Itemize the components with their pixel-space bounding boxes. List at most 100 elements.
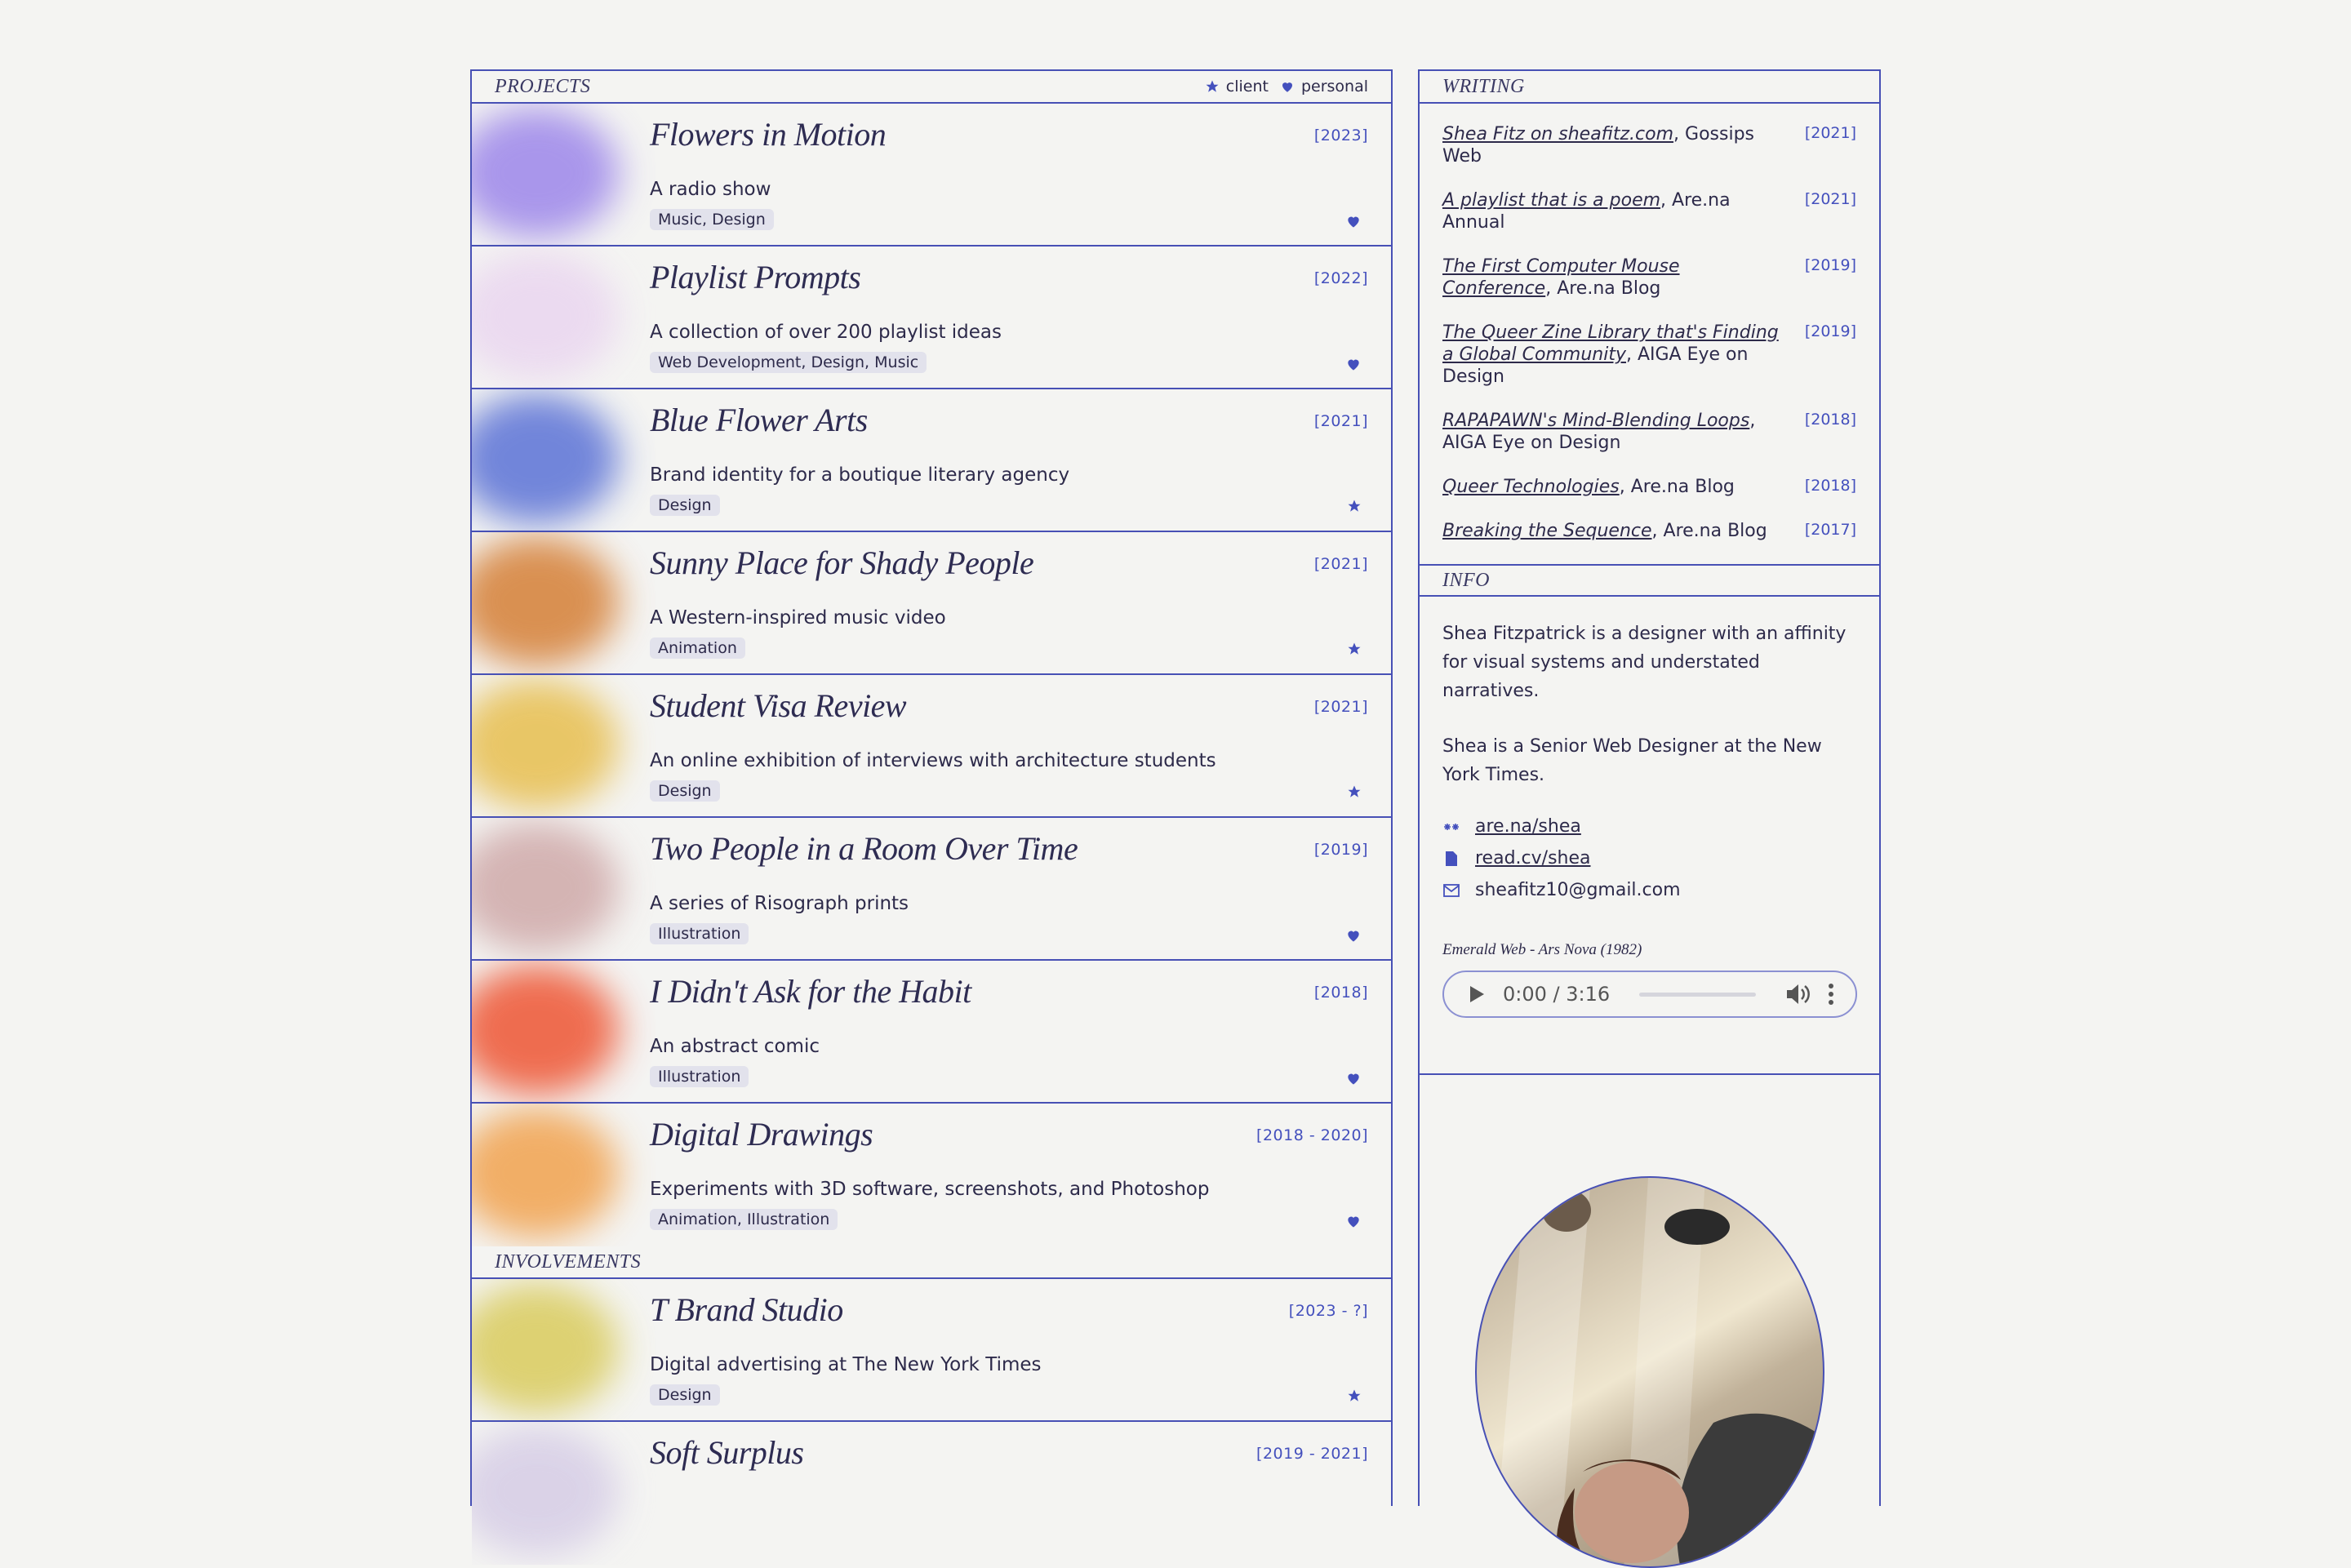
seek-bar[interactable]: [1639, 992, 1756, 997]
heart-icon: [1345, 356, 1362, 375]
heart-icon: [1345, 213, 1362, 233]
volume-icon[interactable]: [1785, 983, 1810, 1006]
star-icon: [1347, 1388, 1362, 1406]
writing-year: [2019]: [1804, 256, 1856, 274]
row-year: [2022]: [1313, 269, 1368, 287]
row-title[interactable]: Two People in a Room Over Time: [650, 829, 1078, 868]
row-description: An online exhibition of interviews with …: [650, 750, 1216, 771]
row-title[interactable]: Playlist Prompts: [650, 258, 861, 296]
thumbnail-blob: [472, 965, 619, 1095]
row-title[interactable]: T Brand Studio: [650, 1290, 843, 1329]
writing-year: [2018]: [1804, 477, 1856, 495]
involvements-header: INVOLVEMENTS: [472, 1246, 1391, 1279]
writing-text: The Queer Zine Library that's Finding a …: [1442, 322, 1785, 388]
more-options-icon[interactable]: [1828, 983, 1834, 1006]
thumbnail-blob: [472, 1108, 619, 1238]
contact-arena[interactable]: are.na/shea: [1442, 816, 1856, 837]
row-title[interactable]: Sunny Place for Shady People: [650, 544, 1034, 582]
row-description: A series of Risograph prints: [650, 893, 909, 914]
legend-personal-label: personal: [1300, 78, 1368, 96]
writing-text: RAPAPAWN's Mind-Blending Loops, AIGA Eye…: [1442, 410, 1785, 454]
legend-client: client: [1205, 78, 1269, 96]
involvement-row[interactable]: Soft Surplus [2019 - 2021]: [472, 1422, 1391, 1565]
writing-header: WRITING: [1420, 71, 1879, 104]
writing-link[interactable]: Shea Fitz on sheafitz.com: [1442, 124, 1673, 144]
row-year: [2021]: [1313, 412, 1368, 430]
row-year: [2019 - 2021]: [1256, 1445, 1368, 1463]
star-icon: [1347, 499, 1362, 517]
row-title[interactable]: Blue Flower Arts: [650, 401, 868, 439]
project-row[interactable]: I Didn't Ask for the Habit [2018] An abstr…: [472, 961, 1391, 1104]
thumbnail-blob: [472, 822, 619, 953]
row-title[interactable]: I Didn't Ask for the Habit: [650, 972, 971, 1011]
row-year: [2019]: [1313, 841, 1368, 859]
row-description: A Western-inspired music video: [650, 607, 946, 629]
writing-link[interactable]: A playlist that is a poem: [1442, 190, 1660, 211]
row-tags: Design: [650, 495, 720, 516]
row-title[interactable]: Digital Drawings: [650, 1115, 873, 1153]
projects-panel: PROJECTS client personal Flowers in Moti…: [470, 69, 1393, 1557]
bio-paragraph-1: Shea Fitzpatrick is a designer with an a…: [1442, 624, 1847, 701]
row-title[interactable]: Student Visa Review: [650, 686, 907, 725]
play-icon[interactable]: [1469, 985, 1485, 1003]
project-row[interactable]: Two People in a Room Over Time [2019] A se…: [472, 818, 1391, 961]
bio-paragraph-2: Shea is a Senior Web Designer at the New…: [1442, 736, 1822, 785]
row-year: [2018 - 2020]: [1256, 1126, 1368, 1144]
heart-icon: [1345, 927, 1362, 947]
involvements-label: INVOLVEMENTS: [495, 1250, 642, 1273]
writing-item: Queer Technologies, Are.na Blog [2018]: [1442, 476, 1856, 498]
project-row[interactable]: Sunny Place for Shady People [2021] A West…: [472, 532, 1391, 675]
arena-icon: [1442, 821, 1460, 833]
writing-link[interactable]: Queer Technologies: [1442, 477, 1620, 497]
writing-text: Queer Technologies, Are.na Blog: [1442, 476, 1785, 498]
readcv-link[interactable]: read.cv/shea: [1475, 848, 1591, 868]
legend-client-label: client: [1225, 78, 1269, 96]
project-row[interactable]: Flowers in Motion [2023] A radio show Music…: [472, 104, 1391, 247]
writing-item: Breaking the Sequence, Are.na Blog [2017]: [1442, 520, 1856, 542]
row-tags: Animation, Illustration: [650, 1209, 838, 1230]
thumbnail-blob: [472, 108, 619, 238]
writing-text: A playlist that is a poem, Are.na Annual: [1442, 189, 1785, 233]
info-label: INFO: [1442, 569, 1490, 591]
heart-icon: [1282, 82, 1292, 92]
row-year: [2021]: [1313, 555, 1368, 573]
row-tags: Design: [650, 780, 720, 802]
projects-header: PROJECTS client personal: [472, 71, 1391, 104]
row-title[interactable]: Flowers in Motion: [650, 115, 887, 153]
contact-email[interactable]: sheafitz10@gmail.com: [1442, 880, 1856, 900]
project-row[interactable]: Student Visa Review [2021] An online exhib…: [472, 675, 1391, 818]
arena-link[interactable]: are.na/shea: [1475, 816, 1581, 837]
legend-personal: personal: [1280, 78, 1368, 96]
project-row[interactable]: Blue Flower Arts [2021] Brand identity for…: [472, 389, 1391, 532]
writing-link[interactable]: RAPAPAWN's Mind-Blending Loops: [1442, 411, 1749, 431]
writing-item: A playlist that is a poem, Are.na Annual…: [1442, 189, 1856, 233]
writing-text: Shea Fitz on sheafitz.com, Gossips Web: [1442, 123, 1785, 167]
writing-year: [2019]: [1804, 322, 1856, 340]
row-description: A radio show: [650, 179, 771, 200]
writing-list: Shea Fitz on sheafitz.com, Gossips Web [2…: [1420, 104, 1879, 542]
row-tags: Web Development, Design, Music: [650, 352, 927, 373]
writing-item: The Queer Zine Library that's Finding a …: [1442, 322, 1856, 388]
writing-text: Breaking the Sequence, Are.na Blog: [1442, 520, 1785, 542]
email-text[interactable]: sheafitz10@gmail.com: [1475, 880, 1681, 900]
row-description: An abstract comic: [650, 1036, 820, 1057]
involvement-row[interactable]: T Brand Studio [2023 - ?] Digital advertis…: [472, 1279, 1391, 1422]
row-title[interactable]: Soft Surplus: [650, 1433, 804, 1472]
project-row[interactable]: Digital Drawings [2018 - 2020] Experiments…: [472, 1104, 1391, 1246]
contact-readcv[interactable]: read.cv/shea: [1442, 848, 1856, 868]
info-body: Shea Fitzpatrick is a designer with an a…: [1420, 597, 1879, 1041]
legend: client personal: [1205, 78, 1368, 96]
thumbnail-blob: [472, 1426, 619, 1557]
heart-icon: [1345, 1213, 1362, 1233]
project-row[interactable]: Playlist Prompts [2022] A collection of ov…: [472, 247, 1391, 389]
row-year: [2023 - ?]: [1288, 1302, 1368, 1320]
row-description: Experiments with 3D software, screenshot…: [650, 1179, 1210, 1200]
star-icon: [1347, 784, 1362, 802]
writing-link[interactable]: Breaking the Sequence: [1442, 521, 1652, 541]
row-description: A collection of over 200 playlist ideas: [650, 322, 1002, 343]
thumbnail-blob: [472, 536, 619, 667]
row-tags: Illustration: [650, 923, 749, 944]
row-description: Digital advertising at The New York Time…: [650, 1354, 1042, 1375]
writing-year: [2021]: [1804, 190, 1856, 208]
document-icon: [1442, 851, 1460, 866]
